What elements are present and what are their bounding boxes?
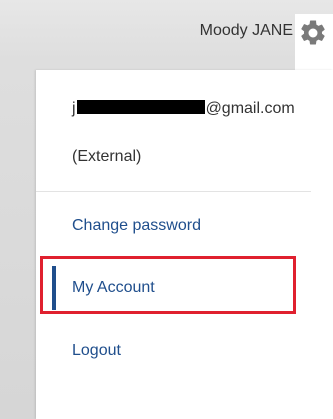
my-account-link[interactable]: My Account — [72, 279, 155, 297]
account-dropdown: j @gmail.com (External) Change password M… — [36, 70, 333, 419]
email-suffix: @gmail.com — [205, 100, 295, 117]
active-item-indicator — [52, 266, 56, 310]
email-prefix: j — [72, 100, 76, 117]
gear-icon[interactable] — [298, 18, 328, 48]
email-redaction — [76, 100, 205, 114]
menu-divider — [36, 191, 311, 192]
change-password-link[interactable]: Change password — [72, 217, 201, 235]
account-type: (External) — [72, 148, 142, 165]
user-email: j @gmail.com — [72, 100, 295, 118]
top-bar: Moody JANE — [0, 0, 333, 72]
user-name[interactable]: Moody JANE — [200, 22, 293, 40]
logout-link[interactable]: Logout — [72, 342, 121, 360]
settings-tab[interactable] — [295, 14, 333, 72]
page: Moody JANE j @gmail.com (External) Change… — [0, 0, 333, 419]
